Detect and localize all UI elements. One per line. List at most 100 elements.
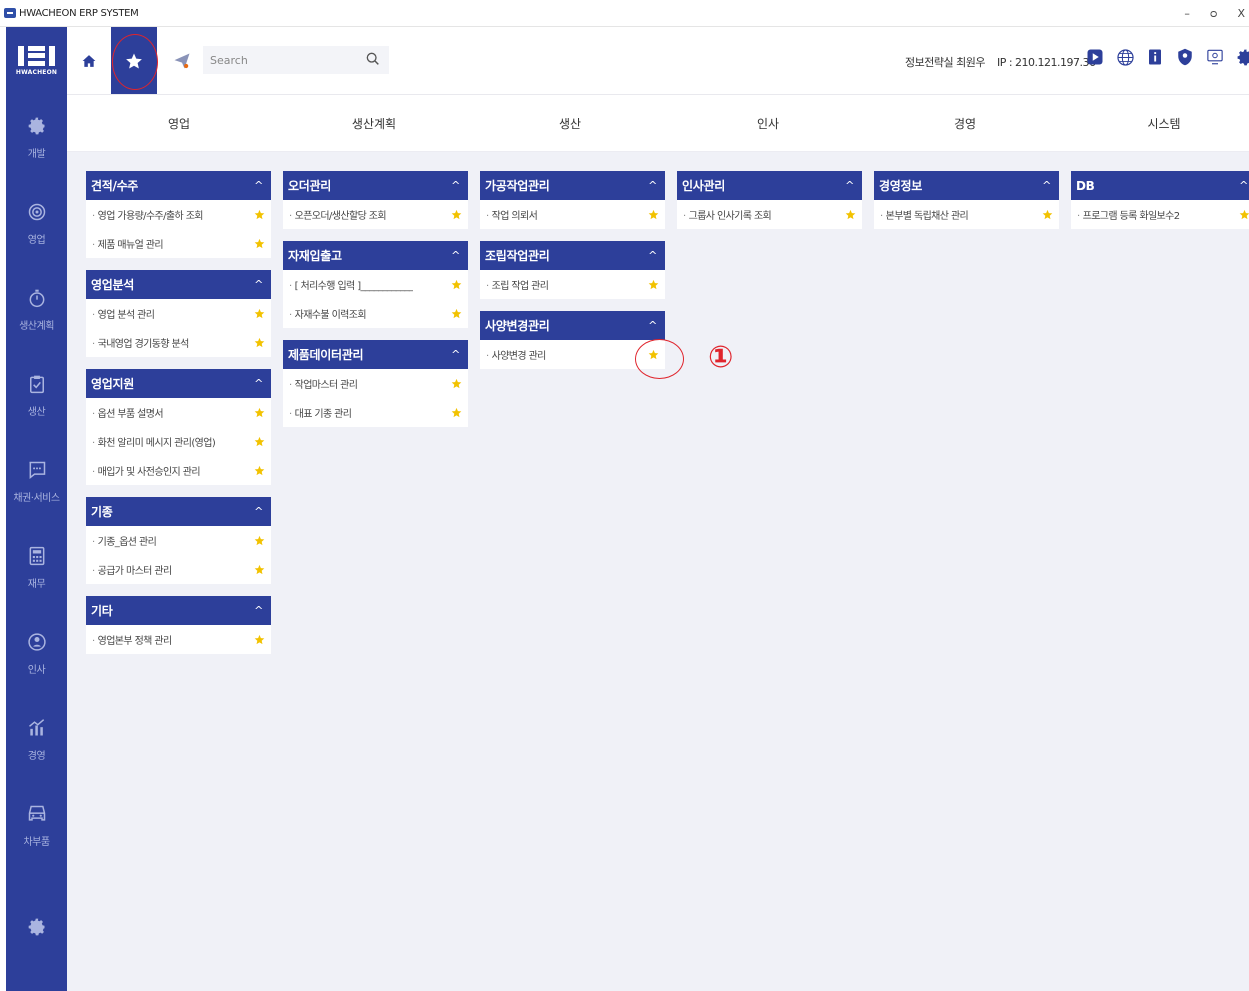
favorite-star-icon[interactable]	[1239, 209, 1249, 220]
module-tab[interactable]: 경영	[954, 115, 976, 132]
company-logo[interactable]: HWACHEON	[6, 27, 67, 95]
favorite-star-icon[interactable]	[648, 209, 659, 220]
play-button[interactable]	[1085, 47, 1105, 67]
favorite-star-icon[interactable]	[254, 337, 265, 348]
menu-item[interactable]: · 영업 분석 관리	[86, 299, 271, 328]
menu-group-header[interactable]: 기종 ^	[86, 497, 271, 526]
search-input[interactable]	[210, 53, 350, 67]
sidebar-item[interactable]: 영업	[6, 181, 67, 267]
security-button[interactable]	[1175, 47, 1195, 67]
menu-group-header[interactable]: 인사관리 ^	[677, 171, 862, 200]
chevron-up-icon[interactable]: ^	[845, 179, 854, 192]
chevron-up-icon[interactable]: ^	[451, 348, 460, 361]
menu-item[interactable]: · 매입가 및 사전승인지 관리	[86, 456, 271, 485]
menu-item[interactable]: · 옵션 부품 설명서	[86, 398, 271, 427]
menu-item[interactable]: · 영업 가용량/수주/출하 조회	[86, 200, 271, 229]
menu-item[interactable]: · 프로그램 등록 화일보수2	[1071, 200, 1249, 229]
favorite-star-icon[interactable]	[254, 535, 265, 546]
menu-group-header[interactable]: 조립작업관리 ^	[480, 241, 665, 270]
chevron-up-icon[interactable]: ^	[648, 319, 657, 332]
home-button[interactable]	[75, 27, 103, 94]
chevron-up-icon[interactable]: ^	[254, 505, 263, 518]
module-tab[interactable]: 영업	[168, 115, 190, 132]
send-button[interactable]	[167, 27, 197, 94]
menu-item[interactable]: · 화천 알리미 메시지 관리(영업)	[86, 427, 271, 456]
menu-item[interactable]: · 오픈오더/생산할당 조회	[283, 200, 468, 229]
favorite-star-icon[interactable]	[451, 407, 462, 418]
favorite-star-icon[interactable]	[254, 238, 265, 249]
menu-item[interactable]: · 작업 의뢰서	[480, 200, 665, 229]
menu-group-header[interactable]: 경영정보 ^	[874, 171, 1059, 200]
info-button[interactable]	[1145, 47, 1165, 67]
menu-item[interactable]: · 영업본부 정책 관리	[86, 625, 271, 654]
menu-item[interactable]: · 기종_옵션 관리	[86, 526, 271, 555]
menu-group-header[interactable]: 사양변경관리 ^	[480, 311, 665, 340]
favorites-button[interactable]	[111, 27, 158, 94]
sidebar-item[interactable]: 생산	[6, 353, 67, 439]
chevron-up-icon[interactable]: ^	[254, 604, 263, 617]
settings-button[interactable]	[1235, 47, 1249, 67]
sidebar-settings-button[interactable]	[6, 917, 67, 937]
sidebar-item[interactable]: 차부품	[6, 783, 67, 869]
favorite-star-icon[interactable]	[254, 564, 265, 575]
module-tab[interactable]: 인사	[757, 115, 779, 132]
sidebar-item[interactable]: 재무	[6, 525, 67, 611]
minimize-button[interactable]: –	[1184, 7, 1190, 20]
favorite-star-icon[interactable]	[1042, 209, 1053, 220]
menu-item-text: · 영업본부 정책 관리	[92, 632, 172, 647]
language-button[interactable]	[1115, 47, 1135, 67]
chevron-up-icon[interactable]: ^	[1239, 179, 1248, 192]
close-button[interactable]: X	[1237, 7, 1245, 20]
chevron-up-icon[interactable]: ^	[451, 179, 460, 192]
menu-group-header[interactable]: 영업지원 ^	[86, 369, 271, 398]
favorite-star-icon[interactable]	[254, 407, 265, 418]
sidebar-item[interactable]: 생산계획	[6, 267, 67, 353]
menu-group-header[interactable]: 자재입출고 ^	[283, 241, 468, 270]
menu-item[interactable]: · 공급가 마스터 관리	[86, 555, 271, 584]
favorite-star-icon[interactable]	[845, 209, 856, 220]
favorite-star-icon[interactable]	[254, 308, 265, 319]
menu-item[interactable]: · 대표 기종 관리	[283, 398, 468, 427]
menu-group-header[interactable]: 영업분석 ^	[86, 270, 271, 299]
favorite-star-icon[interactable]	[451, 209, 462, 220]
menu-group-header[interactable]: DB ^	[1071, 171, 1249, 200]
menu-item[interactable]: · 제품 매뉴얼 관리	[86, 229, 271, 258]
menu-item[interactable]: · 국내영업 경기동향 분석	[86, 328, 271, 357]
menu-item[interactable]: · 조립 작업 관리	[480, 270, 665, 299]
menu-item[interactable]: · 작업마스터 관리	[283, 369, 468, 398]
menu-item[interactable]: · 그룹사 인사기록 조회	[677, 200, 862, 229]
chevron-up-icon[interactable]: ^	[648, 249, 657, 262]
menu-group-header[interactable]: 기타 ^	[86, 596, 271, 625]
menu-item[interactable]: · 자재수불 이력조회	[283, 299, 468, 328]
module-tab[interactable]: 생산	[559, 115, 581, 132]
remote-button[interactable]	[1205, 47, 1225, 67]
favorite-star-icon[interactable]	[648, 279, 659, 290]
search-button[interactable]	[365, 51, 381, 71]
menu-group-header[interactable]: 견적/수주 ^	[86, 171, 271, 200]
chevron-up-icon[interactable]: ^	[254, 179, 263, 192]
favorite-star-icon[interactable]	[451, 279, 462, 290]
maximize-button[interactable]: ᴑ	[1210, 7, 1218, 20]
chevron-up-icon[interactable]: ^	[254, 278, 263, 291]
favorite-star-icon[interactable]	[254, 634, 265, 645]
sidebar-item[interactable]: 채권·서비스	[6, 439, 67, 525]
module-tab[interactable]: 생산계획	[352, 115, 396, 132]
sidebar-item[interactable]: 인사	[6, 611, 67, 697]
sidebar-item[interactable]: 개발	[6, 95, 67, 181]
chevron-up-icon[interactable]: ^	[1042, 179, 1051, 192]
chevron-up-icon[interactable]: ^	[648, 179, 657, 192]
module-tab[interactable]: 시스템	[1147, 115, 1180, 132]
favorite-star-icon[interactable]	[254, 465, 265, 476]
sidebar-item[interactable]: 경영	[6, 697, 67, 783]
menu-group-header[interactable]: 제품데이터관리 ^	[283, 340, 468, 369]
favorite-star-icon[interactable]	[451, 308, 462, 319]
favorite-star-icon[interactable]	[254, 209, 265, 220]
menu-item[interactable]: · 본부별 독립채산 관리	[874, 200, 1059, 229]
chevron-up-icon[interactable]: ^	[254, 377, 263, 390]
chevron-up-icon[interactable]: ^	[451, 249, 460, 262]
favorite-star-icon[interactable]	[254, 436, 265, 447]
menu-item[interactable]: ·[ 처리수행 입력 ]____________	[283, 270, 468, 299]
favorite-star-icon[interactable]	[451, 378, 462, 389]
menu-group-header[interactable]: 오더관리 ^	[283, 171, 468, 200]
menu-group-header[interactable]: 가공작업관리 ^	[480, 171, 665, 200]
